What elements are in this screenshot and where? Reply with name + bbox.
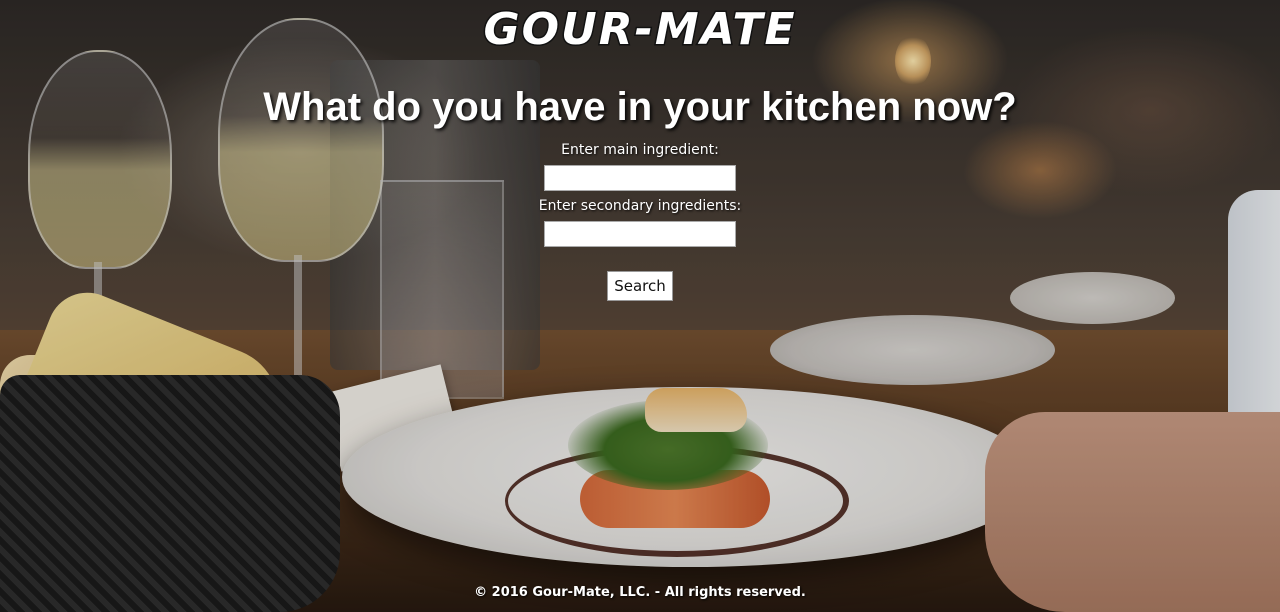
page-headline: What do you have in your kitchen now?: [263, 85, 1017, 129]
main-ingredient-label: Enter main ingredient:: [561, 142, 719, 158]
site-logo[interactable]: GOUR-MATE: [0, 3, 1280, 57]
search-button[interactable]: Search: [607, 271, 673, 301]
footer-copyright: © 2016 Gour-Mate, LLC. - All rights rese…: [474, 585, 806, 600]
page: GOUR-MATE What do you have in your kitch…: [0, 0, 1280, 612]
ingredient-search-form: Enter main ingredient: Enter secondary i…: [0, 139, 1280, 301]
main-ingredient-input[interactable]: [544, 165, 736, 191]
secondary-ingredients-input[interactable]: [544, 221, 736, 247]
secondary-ingredients-label: Enter secondary ingredients:: [538, 198, 742, 214]
